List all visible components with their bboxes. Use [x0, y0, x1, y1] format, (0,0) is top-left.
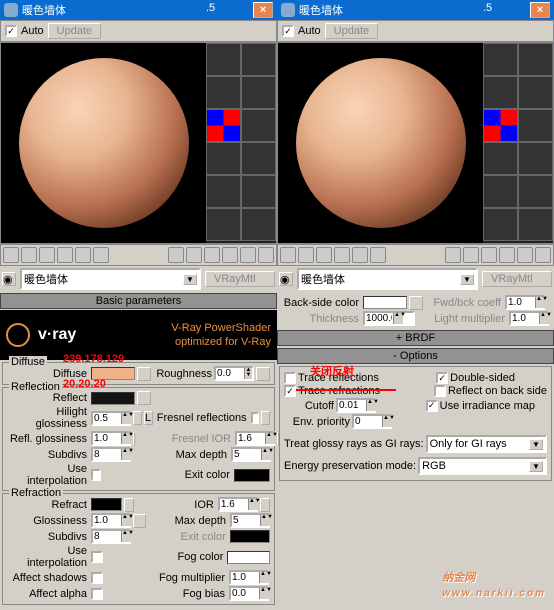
tool-icon[interactable]: [93, 247, 109, 263]
double-sided-checkbox[interactable]: ✓: [436, 372, 448, 384]
window-titlebar: 暖色墙体 ×: [0, 0, 277, 20]
vray-logo: v·ray: [38, 326, 76, 344]
auto-checkbox[interactable]: ✓: [282, 25, 294, 37]
window-titlebar: 暖色墙体 ×: [277, 0, 554, 20]
irradiance-checkbox[interactable]: ✓: [426, 400, 438, 412]
tool-icon[interactable]: [240, 247, 256, 263]
rollout-basic[interactable]: Basic parameters: [0, 293, 277, 309]
reflect-back-checkbox[interactable]: [434, 385, 446, 397]
tool-icon[interactable]: [204, 247, 220, 263]
rollout-brdf[interactable]: + BRDF: [277, 330, 554, 346]
refract-swatch[interactable]: [91, 498, 122, 511]
tool-icon[interactable]: [57, 247, 73, 263]
tool-icon[interactable]: [186, 247, 202, 263]
tool-icon[interactable]: [222, 247, 238, 263]
group-reflection: Reflection: [9, 381, 62, 393]
roughness-spinner[interactable]: ▲▼: [214, 366, 254, 381]
group-diffuse: Diffuse: [9, 356, 47, 368]
lock-button[interactable]: L: [144, 411, 153, 425]
red-underline: [296, 389, 396, 391]
float-badge: .5: [200, 0, 221, 16]
pick-button[interactable]: ◉: [2, 272, 16, 286]
window-title: 暖色墙体: [299, 2, 343, 18]
backside-swatch[interactable]: [363, 296, 407, 309]
exit-swatch[interactable]: [234, 469, 270, 482]
close-button[interactable]: ×: [530, 2, 550, 18]
tool-icon[interactable]: [258, 247, 274, 263]
float-badge: .5: [477, 0, 498, 16]
trace-refr-checkbox[interactable]: ✓: [284, 385, 296, 397]
roughness-label: Roughness: [156, 368, 212, 380]
tool-icon[interactable]: [3, 247, 19, 263]
group-refraction: Refraction: [9, 487, 63, 499]
tool-icon[interactable]: [75, 247, 91, 263]
rollout-options[interactable]: - Options: [277, 348, 554, 364]
pick-button[interactable]: ◉: [279, 272, 293, 286]
main-toolbar: [0, 244, 277, 266]
tool-icon[interactable]: [21, 247, 37, 263]
material-type-button[interactable]: VRayMtl: [205, 271, 275, 287]
auto-checkbox[interactable]: ✓: [5, 25, 17, 37]
tool-icon[interactable]: [168, 247, 184, 263]
app-icon: [281, 3, 295, 17]
reflect-swatch[interactable]: [91, 392, 135, 405]
vray-banner: v·ray V-Ray PowerShaderoptimized for V-R…: [0, 310, 277, 360]
useint-checkbox[interactable]: [91, 469, 101, 481]
material-preview: [1, 43, 206, 243]
roughness-map[interactable]: [256, 367, 270, 381]
annotation-close-reflection: 关闭反射: [310, 363, 354, 379]
watermark: 纳金网 www.narkii.com: [442, 560, 546, 599]
material-type-button[interactable]: VRayMtl: [482, 271, 552, 287]
material-slots[interactable]: [206, 43, 276, 243]
annotation-reflect: 20.20.20: [63, 378, 106, 390]
diffuse-map[interactable]: [137, 367, 151, 381]
energy-dropdown[interactable]: RGB▼: [418, 457, 547, 475]
material-slots[interactable]: [483, 43, 553, 243]
window-title: 暖色墙体: [22, 2, 66, 18]
glossy-dropdown[interactable]: Only for GI rays▼: [426, 435, 547, 453]
app-icon: [4, 3, 18, 17]
annotation-diffuse: 239.178.129: [63, 353, 124, 365]
fresnel-checkbox[interactable]: [251, 412, 260, 424]
trace-refl-checkbox[interactable]: [284, 372, 296, 384]
material-name-dropdown[interactable]: 暖色墙体▼: [297, 268, 478, 290]
material-preview: [278, 43, 483, 243]
close-button[interactable]: ×: [253, 2, 273, 18]
preview-sphere: [19, 58, 189, 228]
update-button[interactable]: Update: [48, 23, 101, 39]
auto-label: Auto: [298, 25, 321, 37]
tool-icon[interactable]: [39, 247, 55, 263]
update-button[interactable]: Update: [325, 23, 378, 39]
main-toolbar: [277, 244, 554, 266]
material-name-dropdown[interactable]: 暖色墙体▼: [20, 268, 201, 290]
preview-sphere: [296, 58, 466, 228]
auto-label: Auto: [21, 25, 44, 37]
